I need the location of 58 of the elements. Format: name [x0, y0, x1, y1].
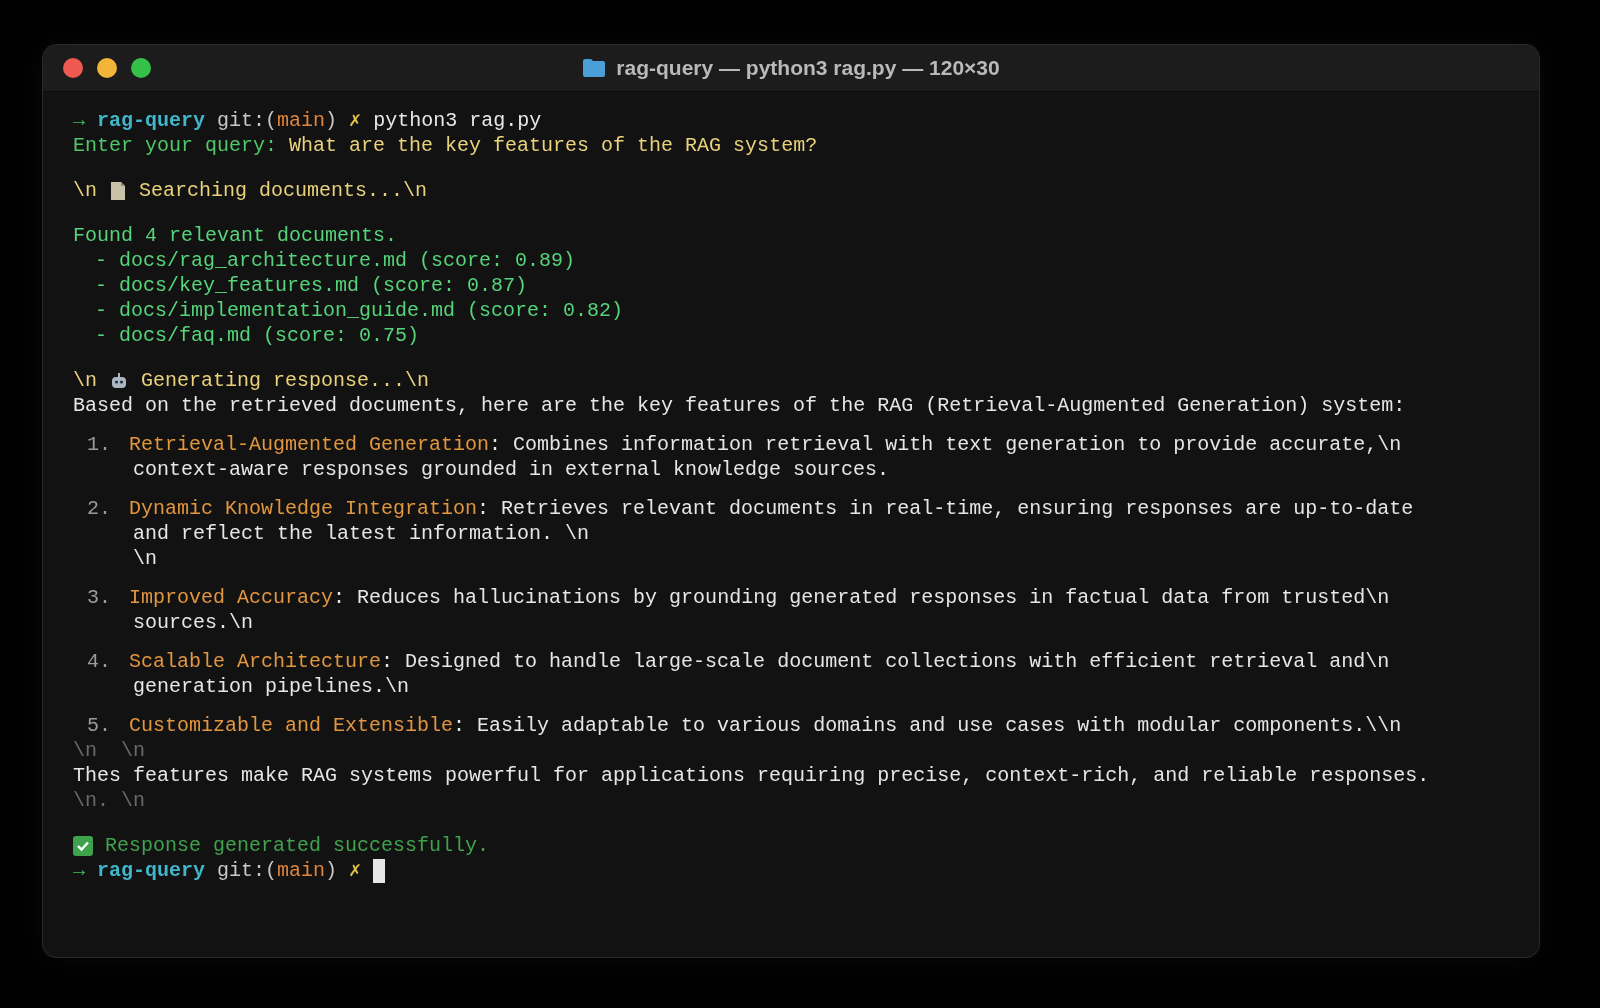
branch-name: main [277, 108, 326, 133]
item-number: 1. [87, 432, 111, 457]
git-label: git:( [217, 108, 278, 133]
directory-name: rag-query [97, 108, 206, 133]
escape-text: \n [73, 178, 97, 203]
branch-name: main [277, 858, 326, 883]
feature-title: Customizable and Extensible [129, 713, 454, 738]
dirty-mark: ✗ [349, 858, 362, 883]
item-number: 4. [87, 649, 111, 674]
minimize-button[interactable] [97, 58, 117, 78]
check-icon [73, 835, 93, 856]
command-text: python3 rag.py [373, 108, 542, 133]
maximize-button[interactable] [131, 58, 151, 78]
window-title: rag-query — python3 rag.py — 120×30 [616, 56, 1000, 80]
robot-icon [109, 370, 129, 391]
escape-text: \n [73, 368, 97, 393]
conclusion-text: Thes features make RAG systems powerful for applications requiring precise, context-rich, and reliable responses. [73, 763, 1430, 788]
prompt-arrow: → [73, 108, 85, 133]
document-result: - docs/faq.md (score: 0.75) [95, 323, 420, 348]
escape-text: \n \n [73, 738, 145, 763]
page-icon [109, 180, 127, 201]
feature-text: context-aware responses grounded in external knowledge sources. [133, 457, 890, 482]
document-result: - docs/rag_architecture.md (score: 0.89) [95, 248, 576, 273]
feature-text: : Reduces hallucinations by grounding generated responses in factual data from trusted\n [333, 585, 1390, 610]
document-result: - docs/key_features.md (score: 0.87) [95, 273, 528, 298]
feature-title: Scalable Architecture [129, 649, 382, 674]
feature-title: Retrieval-Augmented Generation [129, 432, 490, 457]
feature-title: Improved Accuracy [129, 585, 334, 610]
dirty-mark: ✗ [349, 108, 362, 133]
item-number: 5. [87, 713, 111, 738]
intro-text: Based on the retrieved documents, here are the key features of the RAG (Retrieval-Augmented Generation) system: [73, 393, 1406, 418]
feature-text: sources.\n [133, 610, 254, 635]
git-label-end: ) [325, 858, 338, 883]
directory-name: rag-query [97, 858, 206, 883]
feature-text: and reflect the latest information. \n [133, 521, 590, 546]
feature-text: : Combines information retrieval with text generation to provide accurate,\n [489, 432, 1402, 457]
folder-icon [582, 58, 607, 78]
feature-text: \n [133, 546, 157, 571]
query-text: What are the key features of the RAG system? [289, 133, 818, 158]
git-label-end: ) [325, 108, 338, 133]
item-number: 2. [87, 496, 111, 521]
feature-text: : Easily adaptable to various domains and use cases with modular components.\\n [453, 713, 1402, 738]
git-label: git:( [217, 858, 278, 883]
success-message: Response generated successfully. [105, 833, 490, 858]
escape-text: \n. \n [73, 788, 145, 813]
status-text: Searching documents...\n [139, 178, 428, 203]
text-cursor [373, 858, 386, 883]
feature-text: : Designed to handle large-scale document collections with efficient retrieval and\n [381, 649, 1390, 674]
close-button[interactable] [63, 58, 83, 78]
feature-title: Dynamic Knowledge Integration [129, 496, 478, 521]
feature-text: generation pipelines.\n [133, 674, 410, 699]
found-summary: Found 4 relevant documents. [73, 223, 398, 248]
document-result: - docs/implementation_guide.md (score: 0.82) [95, 298, 624, 323]
feature-text: : Retrieves relevant documents in real-time, ensuring responses are up-to-date [477, 496, 1414, 521]
item-number: 3. [87, 585, 111, 610]
status-text: Generating response...\n [141, 368, 430, 393]
prompt-arrow: → [73, 858, 85, 883]
query-label: Enter your query: [73, 133, 278, 158]
